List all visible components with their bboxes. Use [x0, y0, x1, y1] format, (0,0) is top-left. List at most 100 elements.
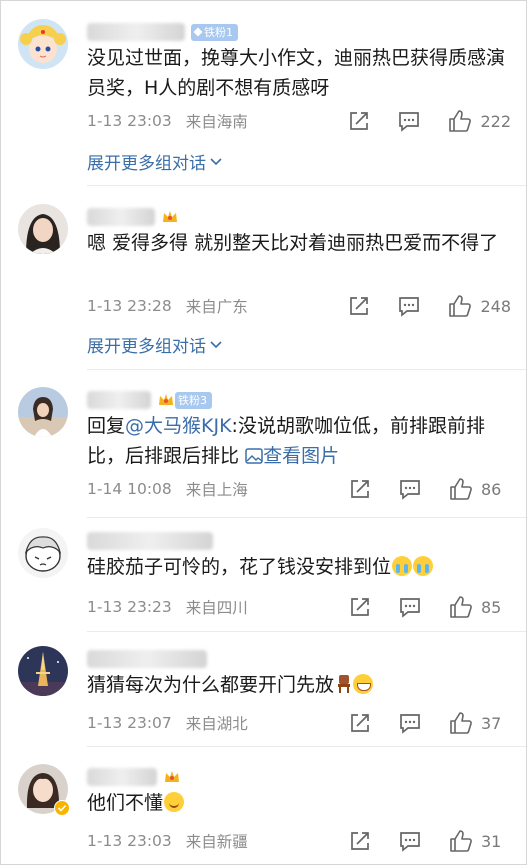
comment-meta: 1-13 23:03 来自新疆: [87, 830, 248, 852]
like-icon[interactable]: [448, 294, 472, 318]
comment-body: 硅胶茄子可怜的，花了钱没安排到位: [87, 556, 392, 578]
share-icon[interactable]: [349, 478, 371, 500]
like-icon[interactable]: [449, 595, 473, 619]
comment-location: 来自海南: [185, 113, 248, 131]
divider: [87, 517, 526, 518]
username-row: [87, 766, 181, 788]
crying-emoji-icon: [413, 556, 434, 576]
like-count: 31: [481, 831, 502, 851]
comment-actions: 85: [349, 594, 511, 620]
image-icon: [245, 448, 263, 464]
divider: [87, 185, 526, 186]
comment-time: 1-13 23:03: [87, 112, 172, 130]
grinning-emoji-icon: [353, 674, 374, 694]
verified-icon: [54, 800, 70, 816]
like-icon[interactable]: [449, 829, 473, 853]
username-row: 铁粉1: [87, 21, 238, 43]
smirk-emoji-icon: [164, 792, 185, 812]
share-icon[interactable]: [348, 110, 370, 132]
divider: [87, 746, 526, 747]
username-blurred[interactable]: [87, 650, 207, 668]
comment-location: 来自新疆: [185, 833, 248, 851]
reply-prefix: 回复: [87, 415, 126, 437]
view-image-label: 查看图片: [263, 445, 340, 467]
badge-label: 铁粉1: [204, 26, 233, 39]
like-count: 222: [480, 111, 511, 131]
comment-meta: 1-13 23:03 来自海南: [87, 110, 248, 132]
comment-meta: 1-13 23:28 来自广东: [87, 295, 248, 317]
share-icon[interactable]: [349, 712, 371, 734]
username-blurred[interactable]: [87, 208, 155, 226]
crown-icon: [165, 771, 179, 782]
avatar[interactable]: [18, 19, 68, 69]
comment-actions: 31: [349, 828, 511, 854]
comment-text: 硅胶茄子可怜的，花了钱没安排到位: [87, 552, 507, 582]
comment-time: 1-13 23:23: [87, 598, 172, 616]
comment-location: 来自湖北: [185, 715, 248, 733]
like-count: 37: [481, 713, 502, 733]
reply-icon[interactable]: [399, 478, 421, 500]
share-icon[interactable]: [348, 295, 370, 317]
avatar[interactable]: [18, 764, 70, 816]
avatar[interactable]: [18, 528, 68, 578]
expand-more-button[interactable]: 展开更多组对话: [87, 149, 222, 174]
username-blurred[interactable]: [87, 768, 157, 786]
chair-icon: [338, 675, 351, 693]
username-blurred[interactable]: [87, 532, 213, 550]
comment-meta: 1-13 23:07 来自湖北: [87, 712, 248, 734]
reply-icon[interactable]: [399, 830, 421, 852]
diamond-icon: [193, 27, 203, 37]
mention-link[interactable]: @大马猴KJK: [125, 415, 232, 437]
crying-emoji-icon: [392, 556, 413, 576]
comment-list: 铁粉1 没见过世面，挽尊大小作文，迪丽热巴获得质感演员奖，H人的剧不想有质感呀 …: [0, 0, 527, 865]
divider: [87, 369, 526, 370]
like-count: 85: [481, 597, 502, 617]
avatar[interactable]: [18, 204, 68, 254]
comment-text: 没见过世面，挽尊大小作文，迪丽热巴获得质感演员奖，H人的剧不想有质感呀: [87, 47, 506, 99]
share-icon[interactable]: [349, 830, 371, 852]
username-row: [87, 530, 213, 552]
expand-more-button[interactable]: 展开更多组对话: [87, 332, 222, 357]
comment-body: 猜猜每次为什么都要开门先放: [87, 674, 335, 696]
comment-actions: 248: [348, 293, 511, 319]
expand-label: 展开更多组对话: [87, 337, 206, 357]
avatar[interactable]: [18, 387, 68, 437]
username-blurred[interactable]: [87, 23, 185, 41]
comment-location: 来自四川: [185, 599, 248, 617]
reply-icon[interactable]: [398, 110, 420, 132]
like-icon[interactable]: [449, 711, 473, 735]
comment-text: 他们不懂: [87, 788, 507, 818]
comment-time: 1-13 23:03: [87, 832, 172, 850]
chevron-down-icon: [210, 340, 222, 348]
crown-icon: [163, 211, 177, 222]
fan-badge: 铁粉3: [175, 391, 212, 409]
comment-time: 1-14 10:08: [87, 480, 172, 498]
comment-actions: 222: [348, 108, 511, 134]
badge-label: 铁粉3: [178, 394, 207, 407]
username-row: [87, 648, 207, 670]
avatar[interactable]: [18, 646, 68, 696]
like-count: 248: [480, 296, 511, 316]
reply-icon[interactable]: [399, 712, 421, 734]
like-count: 86: [481, 479, 502, 499]
comment-meta: 1-13 23:23 来自四川: [87, 596, 248, 618]
username-row: [87, 206, 179, 228]
like-icon[interactable]: [448, 109, 472, 133]
comment-location: 来自广东: [185, 298, 248, 316]
share-icon[interactable]: [349, 596, 371, 618]
comment-body: 他们不懂: [87, 792, 164, 814]
fan-badge: 铁粉1: [191, 23, 238, 41]
crown-icon: [159, 394, 173, 405]
view-image-link[interactable]: 查看图片: [245, 445, 339, 467]
comment-text: 嗯 爱得多得 就别整天比对着迪丽热巴爱而不得了: [87, 232, 499, 254]
username-blurred[interactable]: [87, 391, 151, 409]
comment-meta: 1-14 10:08 来自上海: [87, 478, 248, 500]
comment-actions: 86: [349, 476, 511, 502]
reply-icon[interactable]: [398, 295, 420, 317]
reply-icon[interactable]: [399, 596, 421, 618]
comment-text: 猜猜每次为什么都要开门先放: [87, 670, 507, 700]
divider: [87, 631, 526, 632]
comment-text: 回复@大马猴KJK:没说胡歌咖位低，前排跟前排比，后排跟后排比 查看图片: [87, 411, 507, 471]
chevron-down-icon: [210, 157, 222, 165]
like-icon[interactable]: [449, 477, 473, 501]
